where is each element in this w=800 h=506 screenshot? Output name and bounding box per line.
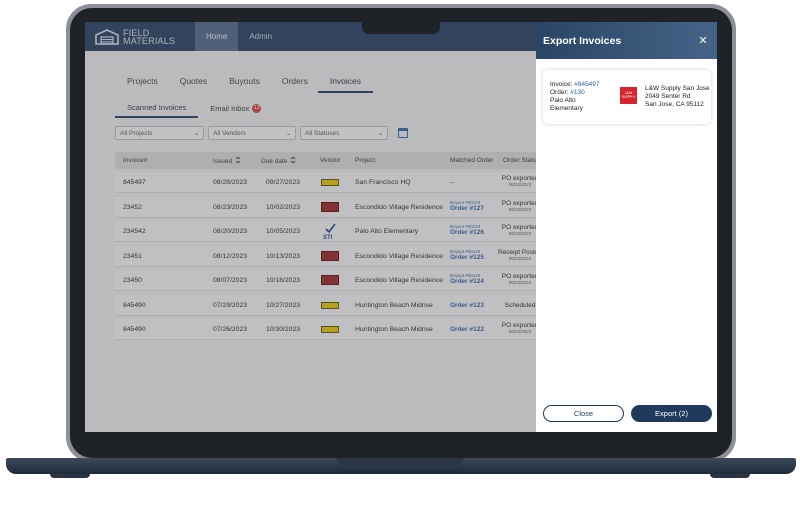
close-icon[interactable]: ✕	[697, 34, 709, 47]
order-link[interactable]: #130	[570, 89, 584, 96]
order-label: Order:	[550, 89, 569, 96]
vendor-address-1: 2049 Senter Rd	[645, 93, 691, 100]
project-name-2: Elementary	[550, 105, 583, 112]
drawer-title: Export Invoices	[543, 34, 622, 47]
export-button[interactable]: Export (2)	[631, 405, 712, 422]
invoice-label: Invoice:	[550, 81, 573, 88]
drawer-header: Export Invoices ✕	[536, 22, 717, 59]
vendor-name: L&W Supply San Jose	[645, 85, 710, 92]
laptop-foot-right	[710, 474, 750, 478]
vendor-logo: L&W SUPPLY	[620, 87, 637, 104]
export-drawer: Export Invoices ✕ Invoice: #845497 Order…	[536, 22, 717, 432]
invoice-info: Invoice: #845497 Order: #130 Palo Alto E…	[550, 81, 600, 113]
camera-notch	[362, 22, 440, 34]
laptop-foot-left	[50, 474, 90, 478]
vendor-info: L&W Supply San Jose 2049 Senter Rd San J…	[645, 85, 710, 109]
vendor-address-2: San Jose, CA 95112	[645, 101, 704, 108]
invoice-link[interactable]: #845497	[574, 81, 599, 88]
close-button[interactable]: Close	[543, 405, 624, 422]
laptop-base-lip	[336, 458, 464, 465]
project-name-1: Palo Alto	[550, 97, 576, 104]
invoice-card: Invoice: #845497 Order: #130 Palo Alto E…	[543, 70, 711, 124]
screen: FIELD MATERIALS Home Admin Projects Quot…	[85, 22, 717, 432]
